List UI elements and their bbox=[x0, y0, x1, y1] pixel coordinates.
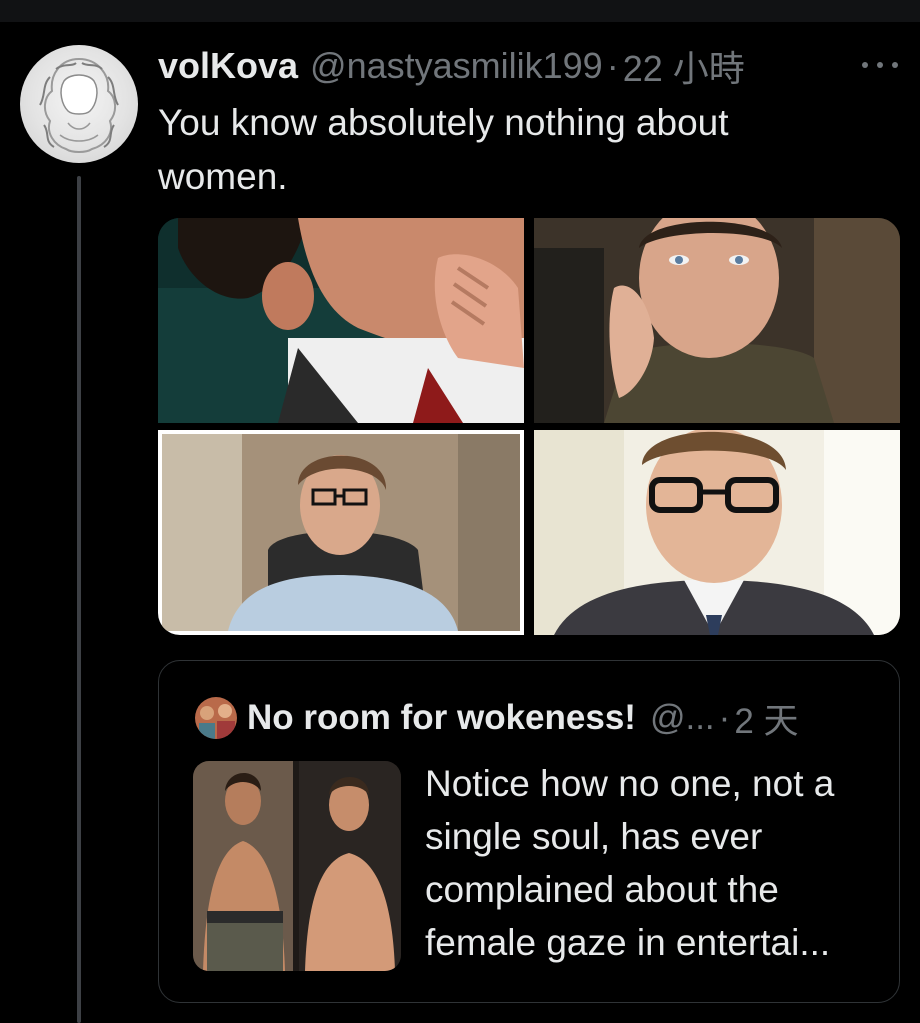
man-touching-neck-photo[interactable] bbox=[158, 218, 524, 423]
more-dot bbox=[892, 62, 898, 68]
more-dot bbox=[862, 62, 868, 68]
man-glasses-suit-photo[interactable] bbox=[534, 430, 900, 635]
timestamp[interactable]: 22 小時 bbox=[623, 40, 745, 92]
author-avatar[interactable] bbox=[20, 45, 138, 163]
quote-timestamp[interactable]: 2 天 bbox=[734, 693, 798, 744]
separator-dot: · bbox=[718, 698, 731, 737]
thread-connector-line bbox=[77, 176, 81, 1023]
tweet-media-grid[interactable] bbox=[158, 218, 900, 635]
quote-author-avatar[interactable] bbox=[195, 697, 237, 739]
quote-author-name[interactable]: No room for wokeness! bbox=[247, 698, 636, 738]
quote-text: Notice how no one, not a single soul, ha… bbox=[425, 763, 835, 963]
more-horizontal-icon[interactable] bbox=[862, 50, 898, 80]
top-status-strip bbox=[0, 0, 920, 22]
separator-dot: · bbox=[606, 45, 619, 86]
man-hand-on-cheek-photo[interactable] bbox=[534, 218, 900, 423]
author-name[interactable]: volKova bbox=[158, 45, 298, 87]
tweet-text: You know absolutely nothing about women. bbox=[158, 102, 729, 197]
author-handle[interactable]: @nastyasmilik199 bbox=[310, 45, 603, 87]
quote-header: No room for wokeness! @... · 2 天 bbox=[195, 697, 799, 741]
avatar-illustration bbox=[39, 57, 119, 153]
quote-author-handle[interactable]: @... bbox=[650, 698, 715, 738]
shirtless-men-photo[interactable] bbox=[193, 761, 401, 971]
tweet-header: volKova @nastyasmilik199 · 22 小時 bbox=[158, 44, 745, 89]
more-dot bbox=[877, 62, 883, 68]
quoted-tweet-card[interactable]: No room for wokeness! @... · 2 天 Notice … bbox=[158, 660, 900, 1003]
man-glasses-smiling-photo[interactable] bbox=[158, 430, 524, 635]
